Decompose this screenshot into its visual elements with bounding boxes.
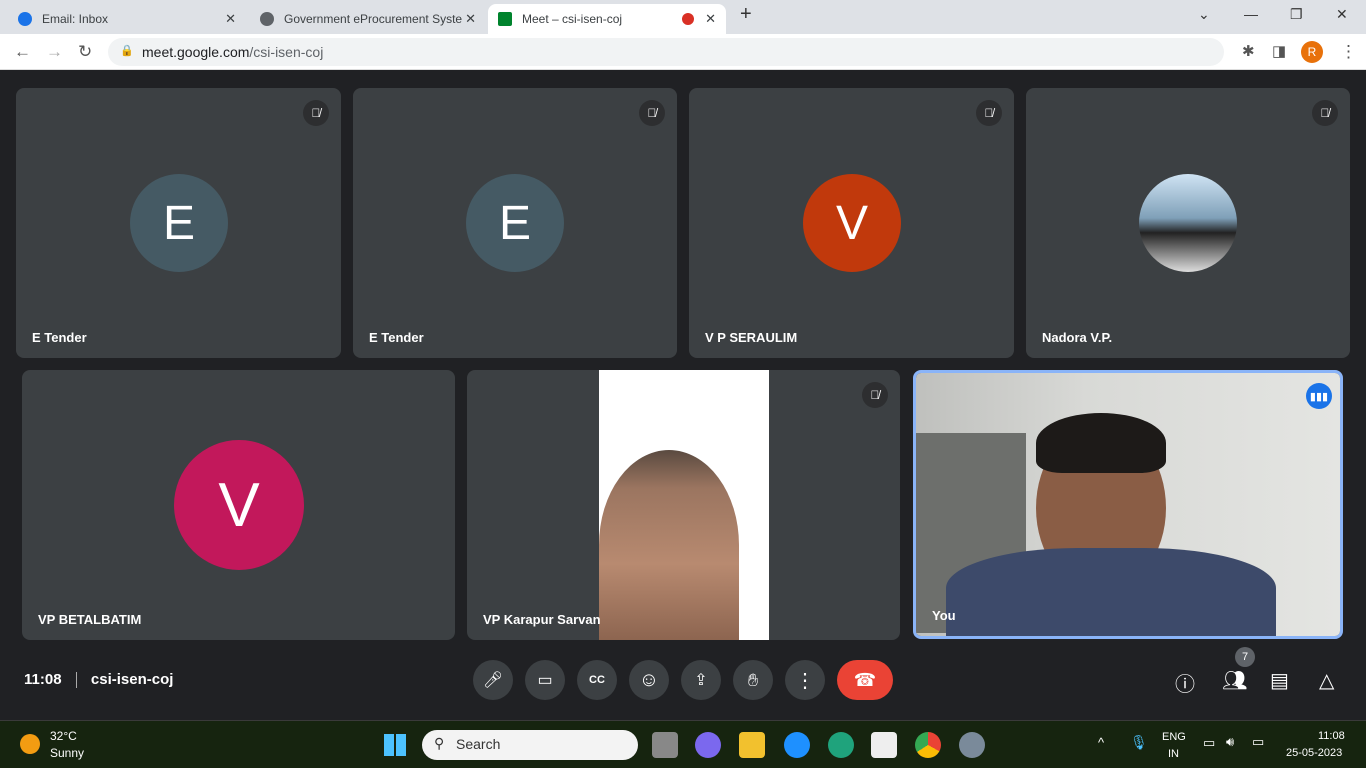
side-panel-icon[interactable]: ◨ <box>1272 42 1286 60</box>
chevron-down-icon[interactable]: ⌄ <box>1198 6 1210 23</box>
microphone-button[interactable]: 🎤︎ <box>473 660 513 700</box>
close-window-button[interactable]: ✕ <box>1336 6 1348 23</box>
close-icon[interactable]: ✕ <box>705 11 716 27</box>
info-icon[interactable]: ⓘ <box>1175 668 1195 697</box>
volume-icon[interactable]: 🔊︎ <box>1226 734 1234 750</box>
at-icon <box>18 12 32 26</box>
participant-tile[interactable]: E 🎙̸ E Tender <box>353 88 677 358</box>
close-icon[interactable]: ✕ <box>465 11 476 27</box>
taskbar: 32°C Sunny ⚲ Search ^ 🎙︎ ENG IN ▭ 🔊︎ ▭ 11… <box>0 720 1366 768</box>
language-indicator[interactable]: ENG <box>1162 731 1186 743</box>
task-view-icon[interactable] <box>652 732 678 758</box>
speaking-indicator-icon: ▮▮▮ <box>1306 383 1332 409</box>
close-icon[interactable]: ✕ <box>225 11 236 27</box>
minimize-button[interactable]: — <box>1244 6 1258 22</box>
tab-email[interactable]: Email: Inbox ✕ <box>8 4 246 34</box>
captions-button[interactable]: CC <box>577 660 617 700</box>
chat-icon[interactable]: ▤ <box>1270 668 1289 693</box>
raise-hand-button[interactable]: ✋︎ <box>733 660 773 700</box>
edge-icon[interactable] <box>828 732 854 758</box>
battery-icon[interactable]: ▭ <box>1252 734 1264 750</box>
file-explorer-icon[interactable] <box>739 732 765 758</box>
mic-off-icon: 🎙̸ <box>303 100 329 126</box>
mic-off-icon: 🎙̸ <box>1312 100 1338 126</box>
tab-bar: Email: Inbox ✕ Government eProcurement Sy… <box>0 0 1366 34</box>
microphone-icon: 🎙︎ <box>1130 734 1148 750</box>
mic-off-icon: 🎙̸ <box>976 100 1002 126</box>
emoji-button[interactable]: ☺ <box>629 660 669 700</box>
video-feed <box>599 370 769 640</box>
people-icon[interactable]: 👥︎ <box>1222 668 1247 693</box>
sun-icon <box>20 734 40 754</box>
back-icon[interactable]: ← <box>14 42 31 62</box>
profile-avatar[interactable]: R <box>1301 41 1323 63</box>
meeting-details: 11:08 csi-isen-coj <box>24 671 174 689</box>
participant-tile[interactable]: V VP BETALBATIM <box>22 370 455 640</box>
network-icon[interactable]: ▭ <box>1203 735 1215 751</box>
lock-icon: 🔒 <box>120 45 134 57</box>
leave-call-button[interactable]: ☎︎ <box>837 660 893 700</box>
new-tab-button[interactable]: + <box>740 3 752 26</box>
teams-icon[interactable] <box>695 732 721 758</box>
show-hidden-icons[interactable]: ^ <box>1098 735 1104 750</box>
taskbar-search[interactable]: ⚲ Search <box>422 730 638 760</box>
extensions-icon[interactable]: ✱ <box>1242 42 1255 60</box>
profile-photo <box>1139 174 1237 272</box>
participant-tile[interactable]: 🎙̸ Nadora V.P. <box>1026 88 1350 358</box>
meet-icon <box>498 12 512 26</box>
clock[interactable]: 11:08 <box>1318 730 1345 742</box>
settings-icon[interactable] <box>959 732 985 758</box>
reload-icon[interactable]: ↻ <box>78 42 92 62</box>
more-options-button[interactable]: ⋮ <box>785 660 825 700</box>
participant-tile[interactable]: V 🎙̸ V P SERAULIM <box>689 88 1014 358</box>
menu-icon[interactable]: ⋮ <box>1340 42 1357 62</box>
chrome-icon[interactable] <box>915 732 941 758</box>
tab-eprocurement[interactable]: Government eProcurement Syste ✕ <box>250 4 486 34</box>
globe-icon <box>260 12 274 26</box>
participant-count-badge: 7 <box>1235 647 1255 667</box>
camera-button[interactable]: ▭ <box>525 660 565 700</box>
address-bar-row: ← → ↻ 🔒 meet.google.com/csi-isen-coj ✱ ◨ … <box>0 34 1366 70</box>
mic-off-icon: 🎙̸ <box>862 382 888 408</box>
present-button[interactable]: ⇪ <box>681 660 721 700</box>
url-input[interactable]: 🔒 meet.google.com/csi-isen-coj <box>108 38 1224 66</box>
participant-tile[interactable]: E 🎙̸ E Tender <box>16 88 341 358</box>
windows-start-icon[interactable] <box>384 734 406 756</box>
mic-off-icon: 🎙̸ <box>639 100 665 126</box>
video-feed <box>916 373 1340 636</box>
self-tile[interactable]: ▮▮▮ You <box>913 370 1343 639</box>
forward-icon[interactable]: → <box>46 42 63 62</box>
restore-button[interactable]: ❐ <box>1290 6 1303 23</box>
participant-tile[interactable]: 🎙̸ VP Karapur Sarvan <box>467 370 900 640</box>
recording-icon <box>682 13 694 25</box>
tab-meet[interactable]: Meet – csi-isen-coj ✕ <box>488 4 726 34</box>
activities-icon[interactable]: △ <box>1319 668 1334 693</box>
search-icon: ⚲ <box>434 735 445 751</box>
store-icon[interactable] <box>871 732 897 758</box>
help-icon[interactable] <box>784 732 810 758</box>
